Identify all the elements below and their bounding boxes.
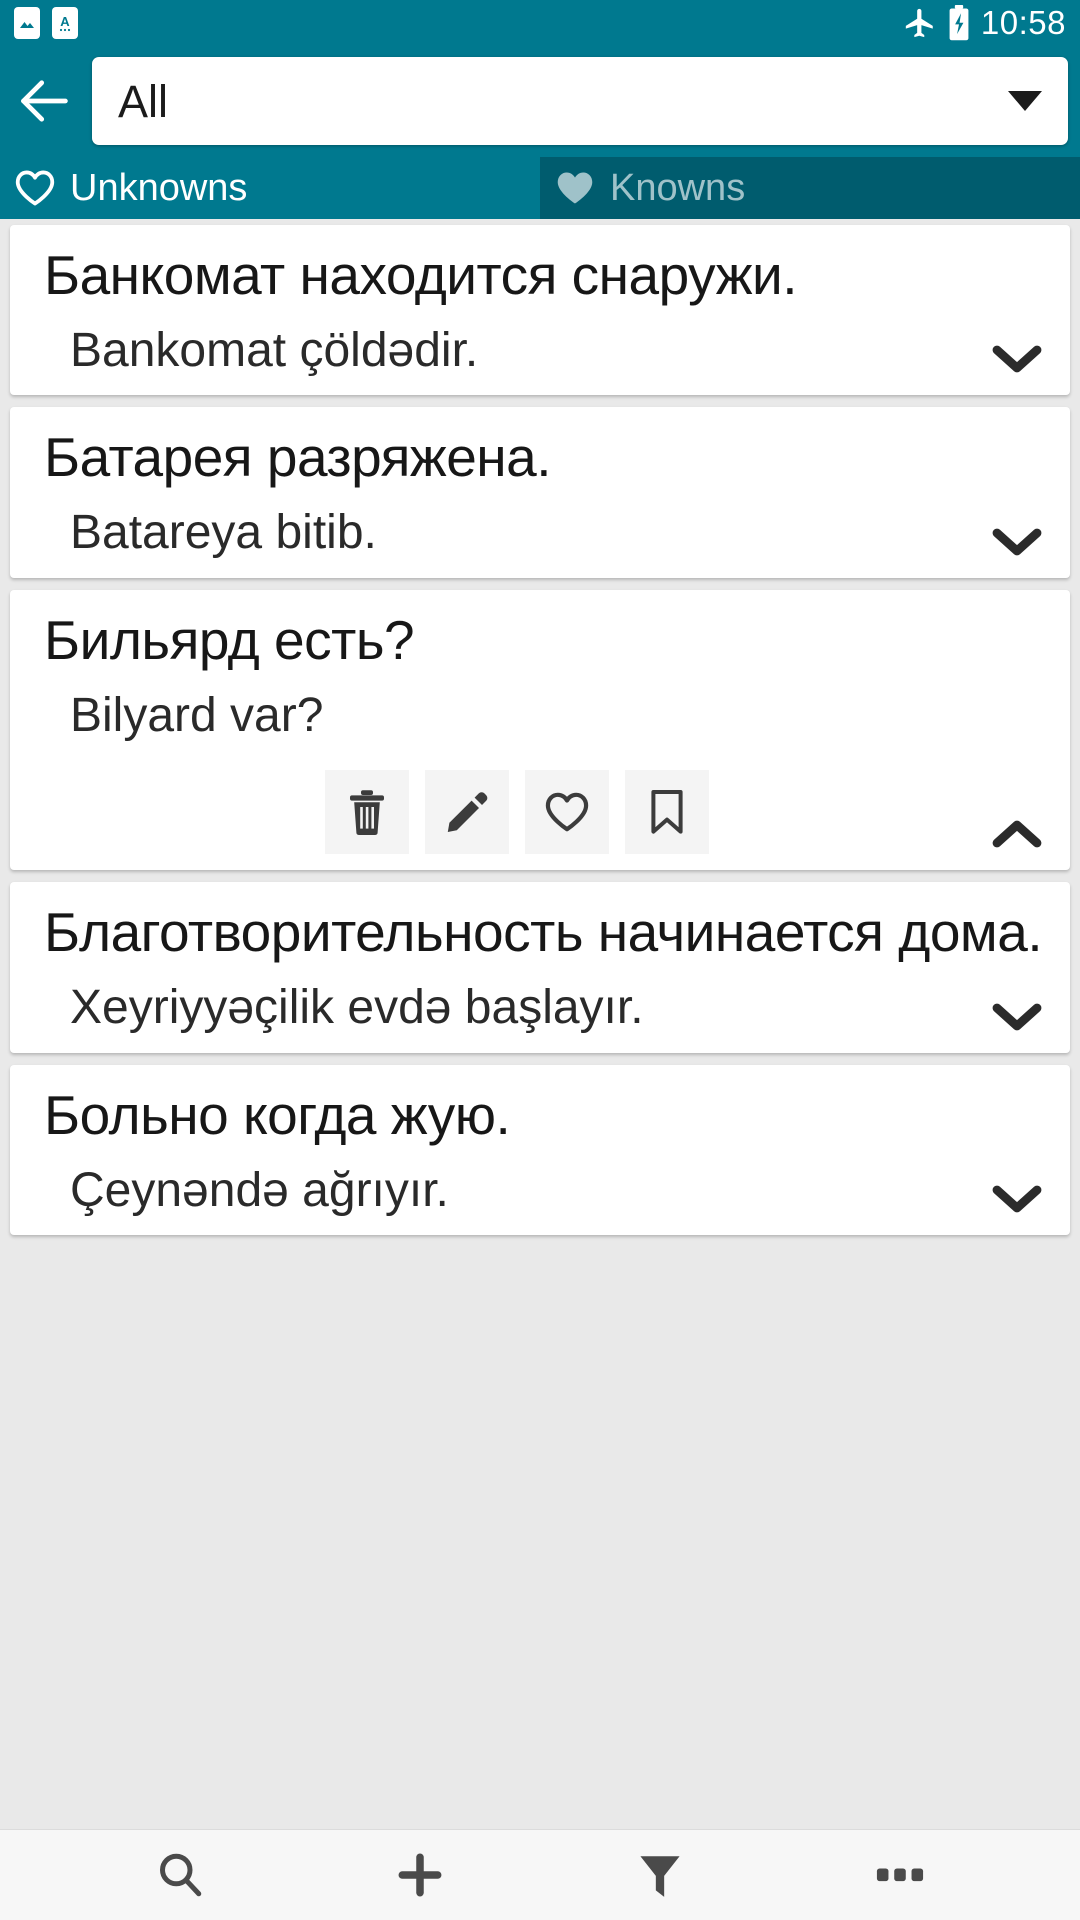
phrase-list[interactable]: Банкомат находится снаружи. Bankomat çöl… <box>0 219 1080 1829</box>
phrase-term: Больно когда жую. <box>44 1083 511 1146</box>
phrase-term: Банкомат находится снаружи. <box>44 244 798 306</box>
chevron-down-icon[interactable] <box>986 337 1048 381</box>
list-item[interactable]: Батарея разряжена. Batareya bitib. <box>10 407 1070 578</box>
phrase-definition: Çeynəndə ağrıyır. <box>70 1163 449 1217</box>
bottom-action-bar <box>0 1829 1080 1920</box>
list-item[interactable]: Больно когда жую. Çeynəndə ağrıyır. <box>10 1064 1070 1236</box>
list-item-expanded[interactable]: Бильярд есть? Bilyard var? <box>10 589 1070 871</box>
tab-unknowns-label: Unknowns <box>70 167 248 209</box>
chevron-up-icon[interactable] <box>986 812 1048 856</box>
heart-outline-icon <box>15 170 55 206</box>
tab-bar: Unknowns Knowns <box>0 157 1080 219</box>
phrase-term: Батарея разряжена. <box>44 426 552 489</box>
svg-text:A: A <box>60 14 70 29</box>
add-icon[interactable] <box>365 1830 475 1920</box>
image-notification-icon <box>14 6 40 39</box>
phrase-definition: Bilyard var? <box>70 688 324 742</box>
airplane-mode-icon <box>903 6 937 40</box>
app-toolbar: All <box>0 45 1080 157</box>
category-filter-value: All <box>118 75 169 127</box>
tab-unknowns[interactable]: Unknowns <box>0 157 540 219</box>
category-filter-spinner[interactable]: All <box>92 57 1068 145</box>
phrase-definition: Batareya bitib. <box>70 506 377 560</box>
delete-icon[interactable] <box>325 770 409 855</box>
phrase-term: Благотворительность начинается дома. <box>44 901 1043 964</box>
chevron-down-icon <box>1008 91 1042 111</box>
translate-notification-icon: A <box>52 6 78 39</box>
app-root: A 10:58 All Unknowns Knowns Банкомат нах… <box>0 0 1080 1920</box>
chevron-down-icon[interactable] <box>986 520 1048 564</box>
chevron-down-icon[interactable] <box>986 995 1048 1039</box>
phrase-definition: Xeyriyyəçilik evdə başlayır. <box>70 981 644 1035</box>
list-item[interactable]: Благотворительность начинается дома. Xey… <box>10 882 1070 1053</box>
search-icon[interactable] <box>125 1830 235 1920</box>
phrase-definition: Bankomat çöldədir. <box>70 323 479 377</box>
heart-filled-icon <box>557 172 593 204</box>
status-bar: A 10:58 <box>0 0 1080 45</box>
back-arrow-icon[interactable] <box>10 62 88 140</box>
favorite-icon[interactable] <box>525 770 609 855</box>
tab-knowns[interactable]: Knowns <box>540 157 1080 219</box>
phrase-term: Бильярд есть? <box>44 608 415 671</box>
bookmark-icon[interactable] <box>625 770 709 855</box>
status-bar-system: 10:58 <box>903 4 1066 41</box>
battery-charging-icon <box>947 4 971 41</box>
list-item[interactable]: Банкомат находится снаружи. Bankomat çöl… <box>10 225 1070 396</box>
overflow-icon[interactable] <box>845 1830 955 1920</box>
phrase-actions <box>44 770 1050 855</box>
edit-icon[interactable] <box>425 770 509 855</box>
chevron-down-icon[interactable] <box>986 1177 1048 1221</box>
tab-knowns-label: Knowns <box>610 167 746 209</box>
status-bar-clock: 10:58 <box>980 4 1066 41</box>
filter-icon[interactable] <box>605 1830 715 1920</box>
status-bar-notifications: A <box>14 6 78 39</box>
